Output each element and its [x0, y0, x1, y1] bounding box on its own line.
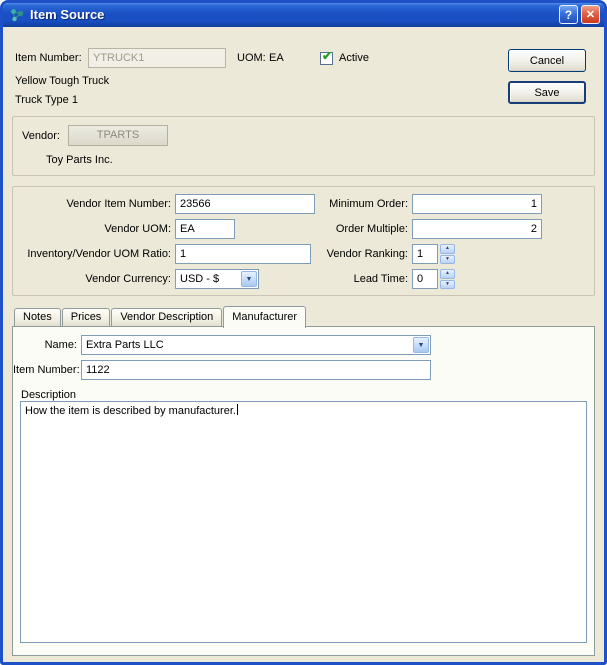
dropdown-arrow-icon[interactable]: ▼ — [413, 337, 429, 353]
manufacturer-item-number-label: Item Number: — [13, 360, 77, 380]
item-description-line1: Yellow Tough Truck — [15, 71, 109, 91]
uom-value: EA — [269, 48, 284, 68]
vendor-ranking-label: Vendor Ranking: — [243, 244, 408, 264]
window-title: Item Source — [30, 3, 104, 27]
titlebar[interactable]: Item Source ? ✕ — [3, 3, 604, 27]
manufacturer-name-value: Extra Parts LLC — [86, 336, 164, 354]
text-caret — [237, 404, 238, 415]
item-number-input — [88, 48, 226, 68]
vendor-label: Vendor: — [22, 126, 60, 146]
uom-label: UOM: — [237, 48, 266, 68]
active-checkbox[interactable]: ✔ — [320, 52, 333, 65]
manufacturer-description-textarea[interactable]: How the item is described by manufacture… — [20, 401, 587, 643]
arrow-down-icon: ▼ — [445, 282, 450, 287]
vendor-currency-value: USD - $ — [180, 270, 219, 288]
tab-prices[interactable]: Prices — [62, 308, 111, 326]
save-button[interactable]: Save — [508, 81, 586, 104]
manufacturer-name-label: Name: — [13, 335, 77, 355]
order-multiple-label: Order Multiple: — [243, 219, 408, 239]
arrow-down-icon: ▼ — [445, 257, 450, 262]
vendor-item-number-label: Vendor Item Number: — [17, 194, 171, 214]
tab-manufacturer[interactable]: Manufacturer — [223, 306, 306, 328]
checkmark-icon: ✔ — [322, 50, 332, 63]
manufacturer-description-text: How the item is described by manufacture… — [25, 405, 236, 417]
vendor-ranking-input[interactable] — [412, 244, 438, 264]
spin-down-button[interactable]: ▼ — [440, 280, 455, 290]
arrow-up-icon: ▲ — [445, 271, 450, 276]
spin-down-button[interactable]: ▼ — [440, 255, 455, 265]
minimum-order-label: Minimum Order: — [243, 194, 408, 214]
dialog-body: Item Number: UOM: EA ✔ Active Cancel Sav… — [3, 27, 604, 662]
vendor-group: Vendor: TPARTS Toy Parts Inc. — [12, 116, 595, 176]
lead-time-input[interactable] — [412, 269, 438, 289]
app-icon — [9, 7, 25, 23]
vendor-uom-label: Vendor UOM: — [17, 219, 171, 239]
manufacturer-tab-panel: Name: Extra Parts LLC ▼ Item Number: Des… — [12, 326, 595, 656]
item-source-window: Item Source ? ✕ Item Number: UOM: EA ✔ A… — [0, 0, 607, 665]
close-icon: ✕ — [586, 8, 595, 21]
minimum-order-input[interactable] — [412, 194, 542, 214]
vendor-ranking-spinner: ▲ ▼ — [440, 244, 455, 264]
vendor-code-field[interactable]: TPARTS — [68, 125, 168, 146]
help-icon: ? — [565, 8, 572, 22]
manufacturer-name-select[interactable]: Extra Parts LLC ▼ — [81, 335, 431, 355]
help-button[interactable]: ? — [559, 5, 578, 24]
arrow-up-icon: ▲ — [445, 246, 450, 251]
active-label: Active — [339, 48, 369, 68]
cancel-button[interactable]: Cancel — [508, 49, 586, 72]
manufacturer-item-number-input[interactable] — [81, 360, 431, 380]
tab-bar: Notes Prices Vendor Description Manufact… — [14, 306, 307, 327]
vendor-details-group: Vendor Item Number: Minimum Order: Vendo… — [12, 186, 595, 296]
vendor-name: Toy Parts Inc. — [46, 150, 113, 170]
vendor-uom-input[interactable] — [175, 219, 235, 239]
vendor-currency-label: Vendor Currency: — [17, 269, 171, 289]
item-number-label: Item Number: — [15, 48, 82, 68]
spin-up-button[interactable]: ▲ — [440, 269, 455, 279]
lead-time-spinner: ▲ ▼ — [440, 269, 455, 289]
tab-vendor-description[interactable]: Vendor Description — [111, 308, 222, 326]
spin-up-button[interactable]: ▲ — [440, 244, 455, 254]
tab-notes[interactable]: Notes — [14, 308, 61, 326]
order-multiple-input[interactable] — [412, 219, 542, 239]
close-button[interactable]: ✕ — [581, 5, 600, 24]
uom-ratio-label: Inventory/Vendor UOM Ratio: — [17, 244, 171, 264]
lead-time-label: Lead Time: — [243, 269, 408, 289]
item-description-line2: Truck Type 1 — [15, 90, 78, 110]
